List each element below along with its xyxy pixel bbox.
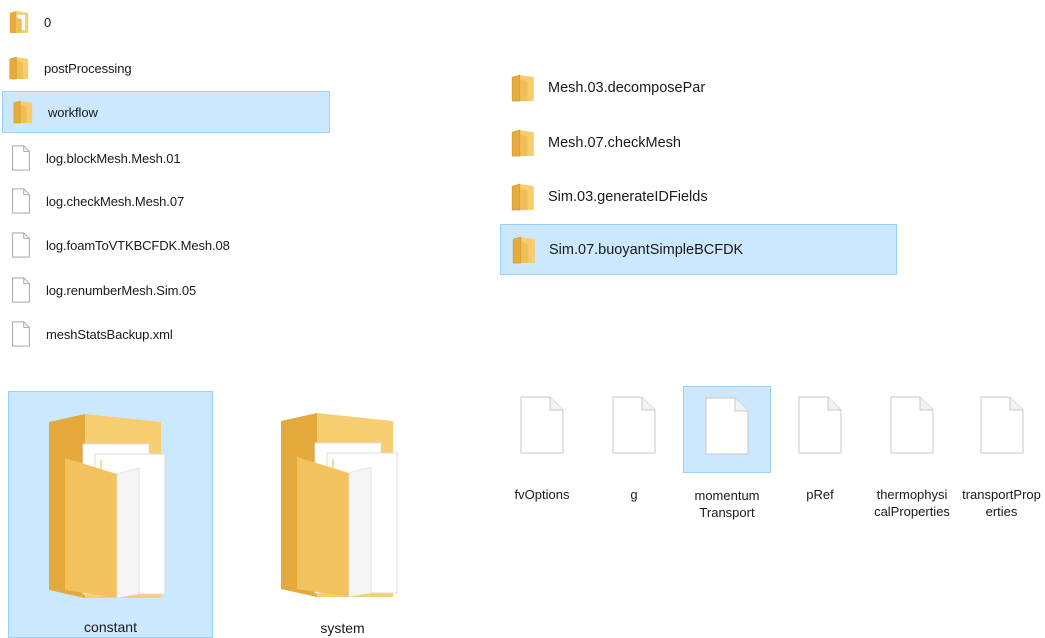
item-label: momentum Transport	[694, 488, 760, 520]
file-tile[interactable]: g	[590, 386, 678, 536]
file-tile[interactable]: pRef	[776, 386, 864, 536]
list-item[interactable]: Mesh.07.checkMesh	[510, 118, 681, 168]
file-icon	[890, 396, 934, 454]
folder-doc-icon	[8, 9, 30, 35]
list-item[interactable]: meshStatsBackup.xml	[10, 316, 173, 352]
list-item[interactable]: Sim.03.generateIDFields	[510, 172, 708, 222]
list-item-selected[interactable]: workflow	[2, 91, 330, 133]
list-item[interactable]: Mesh.03.decomposePar	[510, 63, 705, 113]
folder-icon	[511, 233, 537, 267]
item-label: log.blockMesh.Mesh.01	[46, 150, 181, 166]
folder-tile-constant[interactable]: constant	[8, 391, 213, 638]
file-tile[interactable]: thermophysicalProperties	[868, 386, 956, 536]
file-icon	[980, 396, 1024, 454]
item-label: system	[320, 620, 365, 636]
folder-icon	[12, 99, 34, 125]
item-label: workflow	[48, 104, 98, 120]
item-label: 0	[44, 14, 52, 30]
item-label: transportProperties	[962, 487, 1041, 519]
file-icon	[10, 321, 32, 347]
file-icon	[10, 145, 32, 171]
item-label: constant	[84, 619, 137, 635]
folder-icon	[510, 71, 536, 105]
list-item-selected[interactable]: Sim.07.buoyantSimpleBCFDK	[500, 224, 897, 275]
item-label: log.checkMesh.Mesh.07	[46, 193, 185, 209]
folder-icon	[8, 55, 30, 81]
file-icon	[798, 396, 842, 454]
file-icon	[10, 188, 32, 214]
folder-tile-system[interactable]: system	[240, 391, 445, 638]
folder-icon	[510, 180, 536, 214]
list-item[interactable]: log.blockMesh.Mesh.01	[10, 140, 181, 176]
item-label: thermophysicalProperties	[874, 487, 950, 519]
item-label: Sim.07.buoyantSimpleBCFDK	[549, 241, 744, 258]
list-item[interactable]: log.checkMesh.Mesh.07	[10, 183, 184, 219]
file-tile[interactable]: fvOptions	[498, 386, 586, 536]
item-label: log.renumberMesh.Sim.05	[46, 282, 197, 298]
folder-with-documents-icon	[275, 413, 411, 597]
item-label: g	[630, 487, 638, 502]
file-icon	[612, 396, 656, 454]
file-tile[interactable]: transportProperties	[958, 386, 1045, 536]
item-label: pRef	[806, 487, 834, 502]
file-icon	[520, 396, 564, 454]
item-label: postProcessing	[44, 60, 132, 76]
list-item[interactable]: log.foamToVTKBCFDK.Mesh.08	[10, 227, 230, 263]
file-icon	[705, 397, 749, 455]
folder-icon	[510, 126, 536, 160]
file-icon	[10, 232, 32, 258]
item-label: Mesh.07.checkMesh	[548, 135, 681, 151]
list-item[interactable]: log.renumberMesh.Sim.05	[10, 272, 196, 308]
item-label: fvOptions	[514, 487, 570, 502]
list-item[interactable]: 0	[8, 4, 51, 40]
file-icon	[10, 277, 32, 303]
item-label: log.foamToVTKBCFDK.Mesh.08	[46, 237, 230, 253]
file-tile-selected[interactable]: momentum Transport	[683, 386, 771, 520]
item-label: meshStatsBackup.xml	[46, 326, 173, 342]
folder-with-documents-icon	[43, 414, 179, 598]
item-label: Sim.03.generateIDFields	[548, 189, 708, 205]
item-label: Mesh.03.decomposePar	[548, 80, 706, 96]
list-item[interactable]: postProcessing	[8, 50, 132, 86]
